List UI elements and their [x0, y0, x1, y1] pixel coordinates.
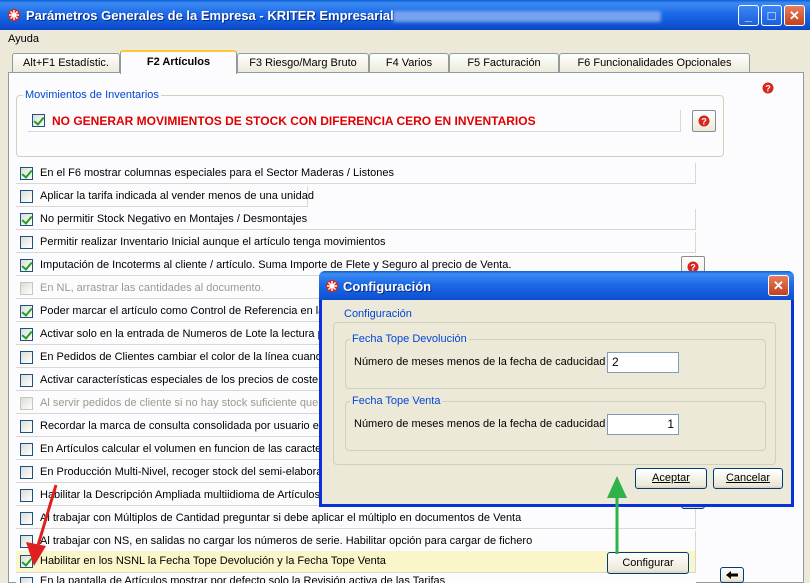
tab-facturacion[interactable]: F5 Facturación	[449, 53, 559, 73]
dialog-title-bar[interactable]: Configuración ✕	[319, 271, 794, 300]
svg-text:?: ?	[765, 84, 771, 94]
option-label: En el F6 mostrar columnas especiales par…	[40, 167, 394, 179]
sale-months-label: Número de meses menos de la fecha de cad…	[354, 418, 606, 430]
option-label: En Pedidos de Clientes cambiar el color …	[40, 351, 329, 363]
cancel-button[interactable]: Cancelar	[713, 468, 783, 489]
option-checkbox[interactable]	[20, 282, 33, 295]
option-row[interactable]: En el F6 mostrar columnas especiales par…	[16, 163, 696, 184]
arrow-left-icon	[726, 571, 738, 579]
sale-date-group-label: Fecha Tope Venta	[350, 395, 443, 407]
app-icon	[326, 280, 338, 292]
no-stock-moves-label: NO GENERAR MOVIMIENTOS DE STOCK CON DIFE…	[52, 114, 536, 128]
option-label: Al trabajar con NS, en salidas no cargar…	[40, 535, 533, 547]
option-row[interactable]: En la pantalla de Artículos mostrar por …	[16, 573, 696, 583]
option-row[interactable]: Aplicar la tarifa indicada al vender men…	[16, 186, 314, 207]
sale-months-input[interactable]: 1	[607, 414, 679, 435]
no-stock-moves-checkbox[interactable]	[32, 114, 45, 127]
option-checkbox[interactable]	[20, 420, 33, 433]
no-stock-moves-option[interactable]: NO GENERAR MOVIMIENTOS DE STOCK CON DIFE…	[28, 110, 681, 132]
tab-estadisticas[interactable]: Alt+F1 Estadístic.	[12, 53, 120, 73]
red-arrow-annotation	[26, 484, 58, 566]
dialog-group-label: Configuración	[344, 308, 412, 320]
svg-text:?: ?	[701, 117, 707, 127]
option-checkbox[interactable]	[20, 397, 33, 410]
option-checkbox[interactable]	[20, 236, 33, 249]
option-label: En NL, arrastrar las cantidades al docum…	[40, 282, 264, 294]
help-icon: ?	[697, 114, 711, 128]
minimize-button[interactable]: _	[738, 5, 759, 26]
dialog-title: Configuración	[343, 279, 432, 294]
accept-button[interactable]: Aceptar	[635, 468, 707, 489]
help-button-inventory[interactable]: ?	[692, 110, 716, 132]
return-months-label: Número de meses menos de la fecha de cad…	[354, 356, 606, 368]
option-checkbox[interactable]	[20, 577, 33, 583]
title-bar[interactable]: Parámetros Generales de la Empresa - KRI…	[0, 0, 810, 30]
app-icon	[8, 9, 20, 21]
tab-varios[interactable]: F4 Varios	[369, 53, 449, 73]
window-title: Parámetros Generales de la Empresa - KRI…	[26, 8, 394, 23]
menu-ayuda[interactable]: Ayuda	[8, 33, 39, 45]
option-label: Habilitar en los NSNL la Fecha Tope Devo…	[40, 555, 386, 567]
tab-funcionalidades[interactable]: F6 Funcionalidades Opcionales	[559, 53, 750, 73]
option-checkbox[interactable]	[20, 190, 33, 203]
dialog-body: Configuración Fecha Tope Devolución Núme…	[322, 300, 791, 504]
help-button-top[interactable]: ?	[757, 78, 781, 100]
return-months-input[interactable]: 2	[607, 352, 679, 373]
option-row-nsnl-dates[interactable]: Habilitar en los NSNL la Fecha Tope Devo…	[16, 551, 696, 573]
option-label: Aplicar la tarifa indicada al vender men…	[40, 190, 314, 202]
dialog-close-button[interactable]: ✕	[768, 275, 789, 296]
option-label: No permitir Stock Negativo en Montajes /…	[40, 213, 308, 225]
option-checkbox[interactable]	[20, 443, 33, 456]
option-row[interactable]: No permitir Stock Negativo en Montajes /…	[16, 209, 696, 230]
option-checkbox[interactable]	[20, 213, 33, 226]
option-label: Activar solo en la entrada de Numeros de…	[40, 328, 330, 340]
back-button[interactable]	[720, 567, 744, 583]
menu-bar: Ayuda	[0, 30, 810, 48]
help-icon: ?	[761, 81, 775, 95]
option-row[interactable]: Permitir realizar Inventario Inicial aun…	[16, 232, 696, 253]
option-checkbox[interactable]	[20, 466, 33, 479]
option-label: Imputación de Incoterms al cliente / art…	[40, 259, 512, 271]
option-row[interactable]: Al trabajar con NS, en salidas no cargar…	[16, 531, 696, 552]
option-checkbox[interactable]	[20, 259, 33, 272]
option-label: Activar características especiales de lo…	[40, 374, 319, 386]
close-button[interactable]: ✕	[784, 5, 805, 26]
option-label: Al trabajar con Múltiplos de Cantidad pr…	[40, 512, 522, 524]
option-label: Recordar la marca de consulta consolidad…	[40, 420, 325, 432]
option-checkbox[interactable]	[20, 167, 33, 180]
option-label: En Producción Multi-Nivel, recoger stock…	[40, 466, 329, 478]
option-checkbox[interactable]	[20, 328, 33, 341]
company-name-redacted	[393, 11, 661, 22]
maximize-button[interactable]: □	[761, 5, 782, 26]
option-label: Permitir realizar Inventario Inicial aun…	[40, 236, 386, 248]
inventory-group-label: Movimientos de Inventarios	[23, 89, 161, 101]
option-checkbox[interactable]	[20, 351, 33, 364]
option-checkbox[interactable]	[20, 305, 33, 318]
option-row[interactable]: Al trabajar con Múltiplos de Cantidad pr…	[16, 508, 696, 529]
option-checkbox[interactable]	[20, 374, 33, 387]
green-arrow-annotation	[607, 476, 627, 554]
option-label: En Artículos calcular el volumen en func…	[40, 443, 325, 455]
configuration-dialog: Configuración ✕ Configuración Fecha Tope…	[319, 271, 794, 507]
option-label: En la pantalla de Artículos mostrar por …	[40, 575, 446, 583]
option-label: Poder marcar el artículo como Control de…	[40, 305, 333, 317]
return-date-group-label: Fecha Tope Devolución	[350, 333, 469, 345]
option-label: Habilitar la Descripción Ampliada multii…	[40, 489, 321, 501]
option-label: Al servir pedidos de cliente si no hay s…	[40, 397, 327, 409]
tab-riesgo[interactable]: F3 Riesgo/Marg Bruto	[237, 53, 369, 73]
tab-articulos[interactable]: F2 Artículos	[120, 50, 237, 74]
